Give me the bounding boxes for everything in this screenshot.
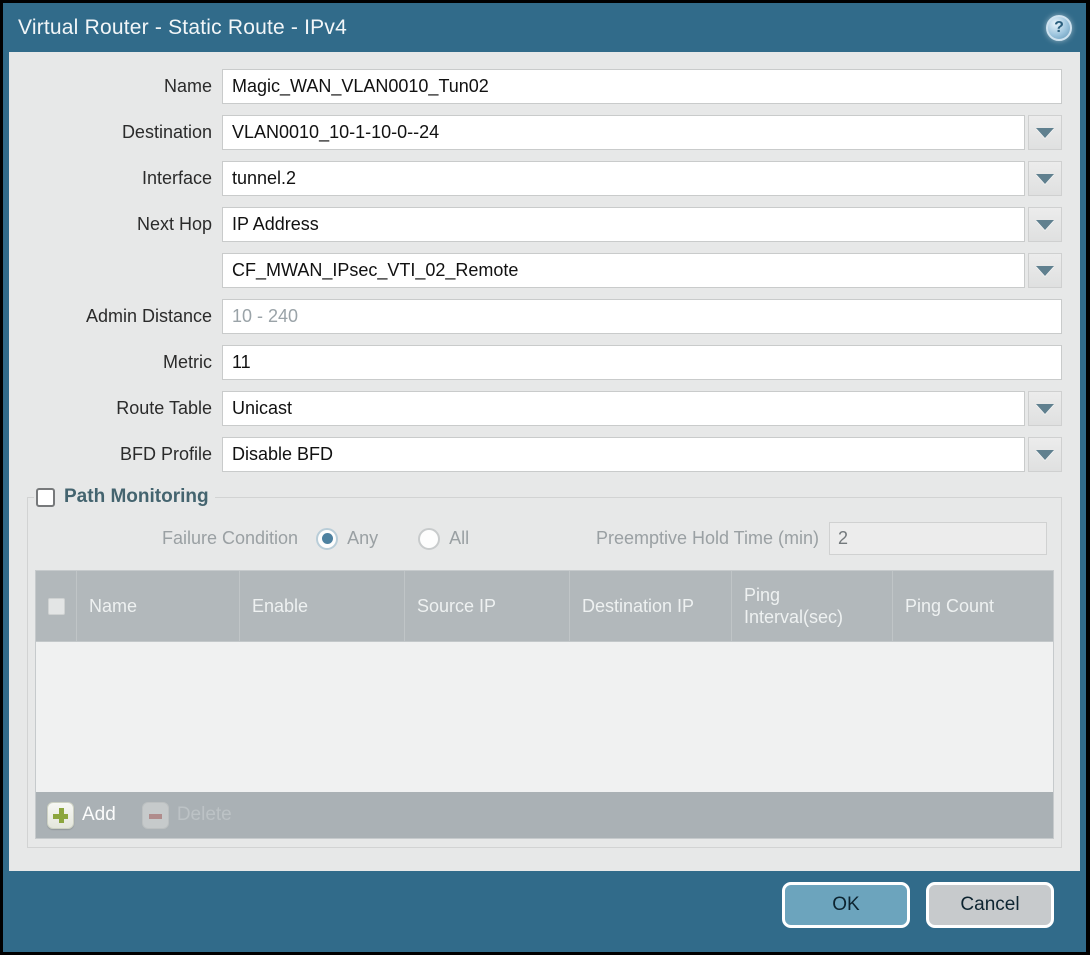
next-hop-address-input[interactable] [222, 253, 1025, 288]
column-header-source-ip[interactable]: Source IP [404, 571, 569, 641]
metric-input[interactable] [222, 345, 1062, 380]
table-footer-bar: Add Delete [36, 792, 1053, 838]
metric-label: Metric [27, 352, 214, 373]
chevron-down-icon [1036, 450, 1054, 460]
cancel-button[interactable]: Cancel [926, 882, 1054, 928]
interface-label: Interface [27, 168, 214, 189]
next-hop-type-dropdown-button[interactable] [1028, 207, 1062, 242]
column-header-ping-interval[interactable]: Ping Interval(sec) [731, 571, 892, 641]
delete-button[interactable]: Delete [142, 802, 232, 829]
admin-distance-input[interactable] [222, 299, 1062, 334]
name-input[interactable] [222, 69, 1062, 104]
failure-condition-any-radio[interactable] [316, 528, 338, 550]
route-table-input[interactable] [222, 391, 1025, 426]
path-monitoring-section: Path Monitoring Failure Condition Any Al… [27, 486, 1062, 848]
next-hop-address-dropdown-button[interactable] [1028, 253, 1062, 288]
dialog-title: Virtual Router - Static Route - IPv4 [18, 16, 347, 40]
failure-condition-all-label: All [449, 528, 469, 549]
admin-distance-label: Admin Distance [27, 306, 214, 327]
column-header-name[interactable]: Name [76, 571, 239, 641]
minus-icon [142, 802, 169, 829]
add-button-label: Add [82, 804, 116, 826]
path-monitoring-table: Name Enable Source IP Destination IP Pin… [35, 570, 1054, 839]
route-table-dropdown-button[interactable] [1028, 391, 1062, 426]
table-body-empty [36, 642, 1053, 792]
select-all-checkbox[interactable] [48, 598, 65, 615]
destination-input[interactable] [222, 115, 1025, 150]
path-monitoring-legend: Path Monitoring [34, 486, 215, 508]
dialog-content: Name Destination Interface Next Hop [9, 52, 1080, 871]
interface-dropdown-button[interactable] [1028, 161, 1062, 196]
preemptive-hold-time-input[interactable] [829, 522, 1047, 555]
chevron-down-icon [1036, 266, 1054, 276]
chevron-down-icon [1036, 220, 1054, 230]
plus-icon [47, 802, 74, 829]
next-hop-type-input[interactable] [222, 207, 1025, 242]
preemptive-hold-time-label: Preemptive Hold Time (min) [596, 528, 819, 549]
chevron-down-icon [1036, 404, 1054, 414]
path-monitoring-title: Path Monitoring [64, 486, 209, 508]
path-monitoring-checkbox[interactable] [36, 488, 55, 507]
destination-label: Destination [27, 122, 214, 143]
next-hop-label: Next Hop [27, 214, 214, 235]
column-header-ping-count[interactable]: Ping Count [892, 571, 1053, 641]
add-button[interactable]: Add [47, 802, 116, 829]
help-icon[interactable]: ? [1046, 15, 1072, 41]
failure-condition-any-label: Any [347, 528, 378, 549]
radio-dot-icon [322, 533, 333, 544]
chevron-down-icon [1036, 174, 1054, 184]
select-all-column [36, 571, 76, 641]
bfd-profile-label: BFD Profile [27, 444, 214, 465]
static-route-dialog: Virtual Router - Static Route - IPv4 ? N… [3, 3, 1086, 952]
interface-input[interactable] [222, 161, 1025, 196]
failure-condition-row: Failure Condition Any All Preemptive Hol… [42, 522, 1047, 555]
delete-button-label: Delete [177, 804, 232, 826]
destination-dropdown-button[interactable] [1028, 115, 1062, 150]
route-form: Name Destination Interface Next Hop [27, 69, 1062, 472]
table-header-row: Name Enable Source IP Destination IP Pin… [36, 571, 1053, 642]
failure-condition-label: Failure Condition [162, 528, 298, 549]
dialog-footer: OK Cancel [3, 871, 1086, 952]
name-label: Name [27, 76, 214, 97]
failure-condition-all-radio[interactable] [418, 528, 440, 550]
route-table-label: Route Table [27, 398, 214, 419]
ok-button[interactable]: OK [782, 882, 910, 928]
column-header-destination-ip[interactable]: Destination IP [569, 571, 731, 641]
bfd-profile-dropdown-button[interactable] [1028, 437, 1062, 472]
dialog-titlebar: Virtual Router - Static Route - IPv4 ? [3, 3, 1086, 52]
bfd-profile-input[interactable] [222, 437, 1025, 472]
column-header-enable[interactable]: Enable [239, 571, 404, 641]
chevron-down-icon [1036, 128, 1054, 138]
